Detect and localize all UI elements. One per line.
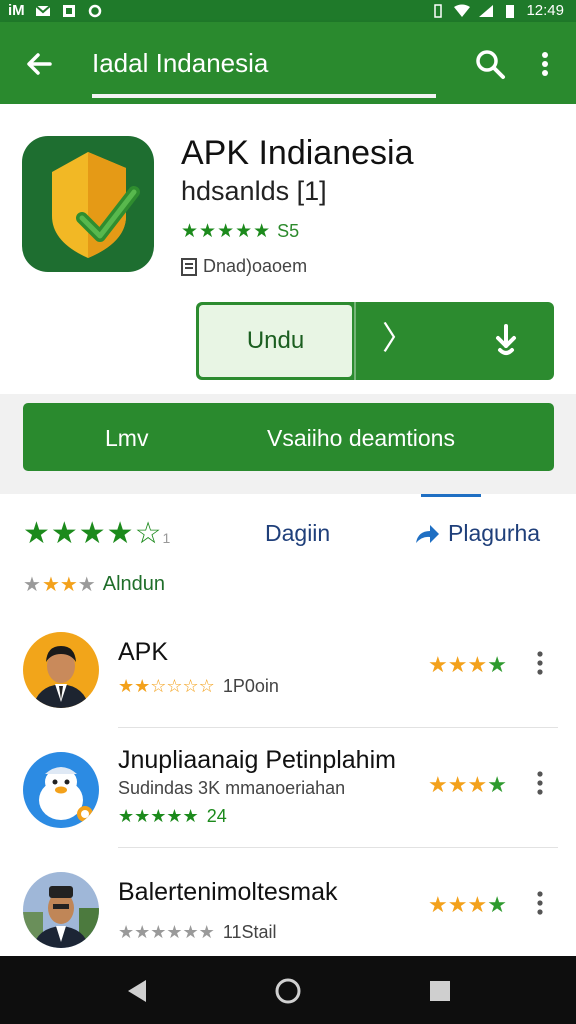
status-time: 12:49 xyxy=(526,2,564,19)
avatar xyxy=(23,872,99,948)
list-item-stars: ★★☆☆☆☆ xyxy=(118,676,215,696)
banner-right-label[interactable]: Vsaiiho deamtions xyxy=(267,425,455,452)
download-icon[interactable] xyxy=(486,320,526,360)
list-item-value: 24 xyxy=(206,806,227,826)
location-icon xyxy=(88,4,101,17)
arrow-left-icon[interactable] xyxy=(20,44,60,84)
app-bar-title[interactable]: Iadal Indanesia xyxy=(92,48,268,79)
more-vert-icon[interactable] xyxy=(532,648,548,678)
search-underline xyxy=(92,94,436,98)
app-icon xyxy=(22,136,154,272)
sub-rating-stars: ★★★★ xyxy=(23,574,97,596)
wifi-icon xyxy=(454,4,471,17)
avatar-man-cap-icon xyxy=(23,872,99,948)
status-bar: iM 12:49 xyxy=(0,0,576,22)
list-item-stars: ★★★★★★ xyxy=(118,922,215,942)
list-divider xyxy=(118,727,558,728)
list-item[interactable]: APK ★★☆☆☆☆ 1P0oin ★★★★ xyxy=(0,610,576,728)
app-name: APK Indianesia xyxy=(181,134,414,172)
reviews-header: ★★★★☆1 Dagiin Plagurha ★★★★ Alndun xyxy=(0,494,576,604)
status-left-text: iM xyxy=(8,2,25,19)
list-item-stars: ★★★★★ xyxy=(118,806,199,826)
tab-dagiin[interactable]: Dagiin xyxy=(265,520,330,547)
more-vert-icon[interactable] xyxy=(532,768,548,798)
list-item-subtitle: Sudindas 3K mmanoeriahan xyxy=(118,778,346,798)
overall-rating: ★★★★☆1 xyxy=(23,516,171,551)
battery-icon xyxy=(506,4,515,18)
install-action-group: Undu 〉 xyxy=(196,302,554,380)
avatar xyxy=(23,632,99,708)
more-vert-icon[interactable] xyxy=(532,888,548,918)
system-nav-bar xyxy=(0,956,576,1024)
action-divider xyxy=(354,302,356,380)
vibrate-icon xyxy=(434,3,443,18)
list-item-name: APK xyxy=(118,638,169,666)
list-item-name: Balertenimoltesmak xyxy=(118,878,338,906)
share-arrow-icon xyxy=(416,524,439,543)
list-item-rating: ★★★★★★ 11Stail xyxy=(118,922,277,943)
shield-check-icon xyxy=(52,152,140,258)
app-developer[interactable]: hdsanlds [1] xyxy=(181,176,327,207)
install-button[interactable]: Undu xyxy=(199,305,352,377)
list-item-value: 1P0oin xyxy=(222,676,279,696)
list-divider xyxy=(118,847,558,848)
tab-indicator xyxy=(421,494,481,497)
overall-stars: ★★★★ xyxy=(23,517,135,550)
list-item-subtitle: ★★☆☆☆☆ 1P0oin xyxy=(118,676,279,697)
rating-stars: ★★★★★ xyxy=(181,221,272,242)
app-rating: ★★★★★ S5 xyxy=(181,220,299,243)
search-icon[interactable] xyxy=(470,44,510,84)
sub-rating-label: Alndun xyxy=(102,573,166,595)
avatar-man-suit-icon xyxy=(23,632,99,708)
right-rating-stars: ★★★★ xyxy=(428,772,507,797)
list-item-value: 11Stail xyxy=(222,922,277,942)
right-rating-stars: ★★★★ xyxy=(428,892,507,917)
sub-rating: ★★★★ Alndun xyxy=(23,572,165,597)
nav-recents-icon[interactable] xyxy=(425,976,455,1006)
photo-icon xyxy=(62,4,75,17)
more-vert-icon[interactable] xyxy=(530,44,560,84)
rating-value: S5 xyxy=(277,221,300,241)
list-item-name: Jnupliaanaig Petinplahim xyxy=(118,746,396,774)
app-bar: Iadal Indanesia xyxy=(0,22,576,104)
avatar xyxy=(23,752,99,828)
nav-back-icon[interactable] xyxy=(122,976,152,1006)
overall-suffix: 1 xyxy=(162,530,172,546)
app-header: APK Indianesia hdsanlds [1] ★★★★★ S5 Dna… xyxy=(0,104,576,394)
gmail-icon xyxy=(35,4,51,16)
signal-icon xyxy=(479,4,494,17)
tab-plagurha[interactable]: Plagurha xyxy=(414,520,540,547)
right-rating-stars: ★★★★ xyxy=(428,652,507,677)
list-item[interactable]: Balertenimoltesmak ★★★★★★ 11Stail ★★★★ xyxy=(0,850,576,968)
document-icon xyxy=(181,257,197,276)
details-banner[interactable]: Lmv Vsaiiho deamtions xyxy=(23,403,554,471)
tab-plagurha-label: Plagurha xyxy=(448,520,541,546)
banner-left-label[interactable]: Lmv xyxy=(105,425,148,452)
nav-home-icon[interactable] xyxy=(273,976,303,1006)
app-meta: Dnad)oaoem xyxy=(181,256,307,277)
meta-text: Dnad)oaoem xyxy=(203,256,308,276)
avatar-cartoon-duck-icon xyxy=(23,752,99,828)
overall-empty-star: ☆ xyxy=(134,517,163,550)
list-item-rating: ★★★★★ 24 xyxy=(118,806,227,827)
chevron-right-button[interactable]: 〉 xyxy=(382,322,414,354)
list-item[interactable]: Jnupliaanaig Petinplahim Sudindas 3K mma… xyxy=(0,730,576,848)
